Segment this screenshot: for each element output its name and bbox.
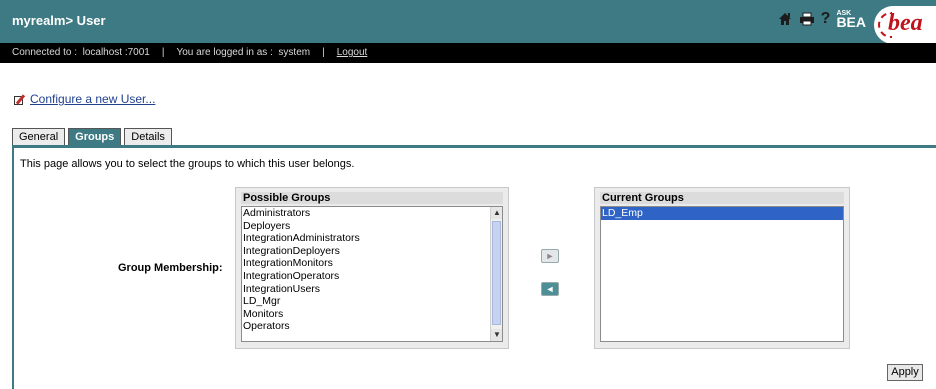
scroll-down-icon[interactable]: ▼ (491, 329, 502, 341)
separator: | (322, 47, 325, 58)
list-item[interactable]: LD_Mgr (242, 295, 502, 308)
help-icon[interactable]: ? (821, 9, 831, 29)
header-bar: myrealm> User ? ASK BEA bea (0, 0, 936, 44)
list-item[interactable]: Administrators (242, 207, 502, 220)
configure-new-user: Configure a new User... (14, 92, 155, 106)
ask-label: ASK (836, 10, 852, 17)
logo-text: bea (888, 10, 923, 36)
separator: | (161, 47, 165, 58)
scroll-up-icon[interactable]: ▲ (491, 207, 502, 219)
edit-icon (14, 93, 28, 105)
current-groups-list[interactable]: LD_Emp (600, 206, 844, 342)
print-icon[interactable] (799, 12, 815, 26)
page-description: This page allows you to select the group… (20, 158, 355, 170)
possible-groups-box: Possible Groups Administrators Deployers… (235, 187, 509, 349)
ask-bea-link[interactable]: ASK BEA (836, 8, 866, 30)
list-item[interactable]: Monitors (242, 308, 502, 321)
remove-group-button[interactable]: ◄ (541, 282, 559, 296)
tab-bar: General Groups Details (12, 128, 172, 145)
list-item[interactable]: IntegrationMonitors (242, 257, 502, 270)
current-groups-box: Current Groups LD_Emp (594, 187, 850, 349)
list-item[interactable]: Deployers (242, 220, 502, 233)
tab-general[interactable]: General (12, 128, 66, 145)
logged-in-text: You are logged in as : system (176, 47, 311, 58)
scroll-thumb[interactable] (492, 221, 501, 325)
list-scrollbar[interactable]: ▲ ▼ (490, 207, 502, 341)
current-groups-header: Current Groups (600, 192, 844, 204)
page-title: myrealm> User (12, 13, 106, 28)
list-item[interactable]: IntegrationUsers (242, 283, 502, 296)
list-item[interactable]: LD_Emp (601, 207, 843, 220)
home-icon[interactable] (777, 11, 793, 27)
connected-text: Connected to : localhost :7001 (12, 47, 150, 58)
list-item[interactable]: IntegrationDeployers (242, 245, 502, 258)
possible-groups-list[interactable]: Administrators Deployers IntegrationAdmi… (241, 206, 503, 342)
add-group-button[interactable]: ► (541, 249, 559, 263)
possible-groups-header: Possible Groups (241, 192, 503, 204)
logout-link[interactable]: Logout (337, 47, 368, 58)
list-item[interactable]: IntegrationAdministrators (242, 232, 502, 245)
list-item[interactable]: Operators (242, 320, 502, 333)
tab-groups[interactable]: Groups (68, 128, 122, 145)
tab-details[interactable]: Details (124, 128, 172, 145)
configure-user-link[interactable]: Configure a new User... (30, 92, 155, 106)
bea-logo: bea (874, 6, 936, 44)
group-membership-label: Group Membership: (118, 262, 223, 274)
header-icons: ? ASK BEA (777, 8, 866, 30)
list-item[interactable]: IntegrationOperators (242, 270, 502, 283)
apply-button[interactable]: Apply (887, 364, 923, 381)
status-bar: Connected to : localhost :7001 | You are l… (0, 43, 936, 63)
